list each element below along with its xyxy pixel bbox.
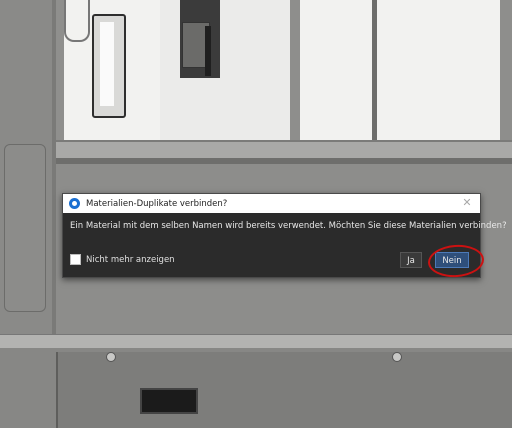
viewport-band <box>0 334 512 349</box>
dialog-message: Ein Material mit dem selben Namen wird b… <box>70 221 507 231</box>
viewport-screw <box>106 352 116 362</box>
viewport-ledge-shadow <box>56 158 512 164</box>
dialog-titlebar[interactable]: Materialien-Duplikate verbinden? ✕ <box>63 194 480 213</box>
viewport-door-handle-inner <box>100 22 114 106</box>
viewport-glass-edge <box>64 0 90 42</box>
viewport-lower-panel <box>56 352 512 428</box>
dont-show-again-checkbox[interactable] <box>70 254 81 265</box>
viewport-screw <box>392 352 402 362</box>
app-logo-icon <box>69 198 80 209</box>
dont-show-again-label[interactable]: Nicht mehr anzeigen <box>86 255 175 265</box>
close-icon[interactable]: ✕ <box>460 196 474 210</box>
viewport-left-panel <box>4 144 46 312</box>
viewport-window-pane <box>376 0 500 140</box>
yes-button[interactable]: Ja <box>400 252 422 268</box>
no-button[interactable]: Nein <box>435 252 469 268</box>
viewport-left-edge <box>52 0 56 340</box>
viewport-slot <box>140 388 198 414</box>
viewport-window-pane <box>300 0 372 140</box>
dialog-title: Materialien-Duplikate verbinden? <box>86 198 228 209</box>
viewport-window-mullion <box>372 0 377 142</box>
viewport-window-mullion <box>500 0 512 142</box>
viewport-window-mullion <box>290 0 300 142</box>
merge-materials-dialog: Materialien-Duplikate verbinden? ✕ Ein M… <box>62 193 507 278</box>
viewport-hinge-slot <box>205 26 211 76</box>
dont-show-again-row[interactable]: Nicht mehr anzeigen <box>70 254 175 265</box>
